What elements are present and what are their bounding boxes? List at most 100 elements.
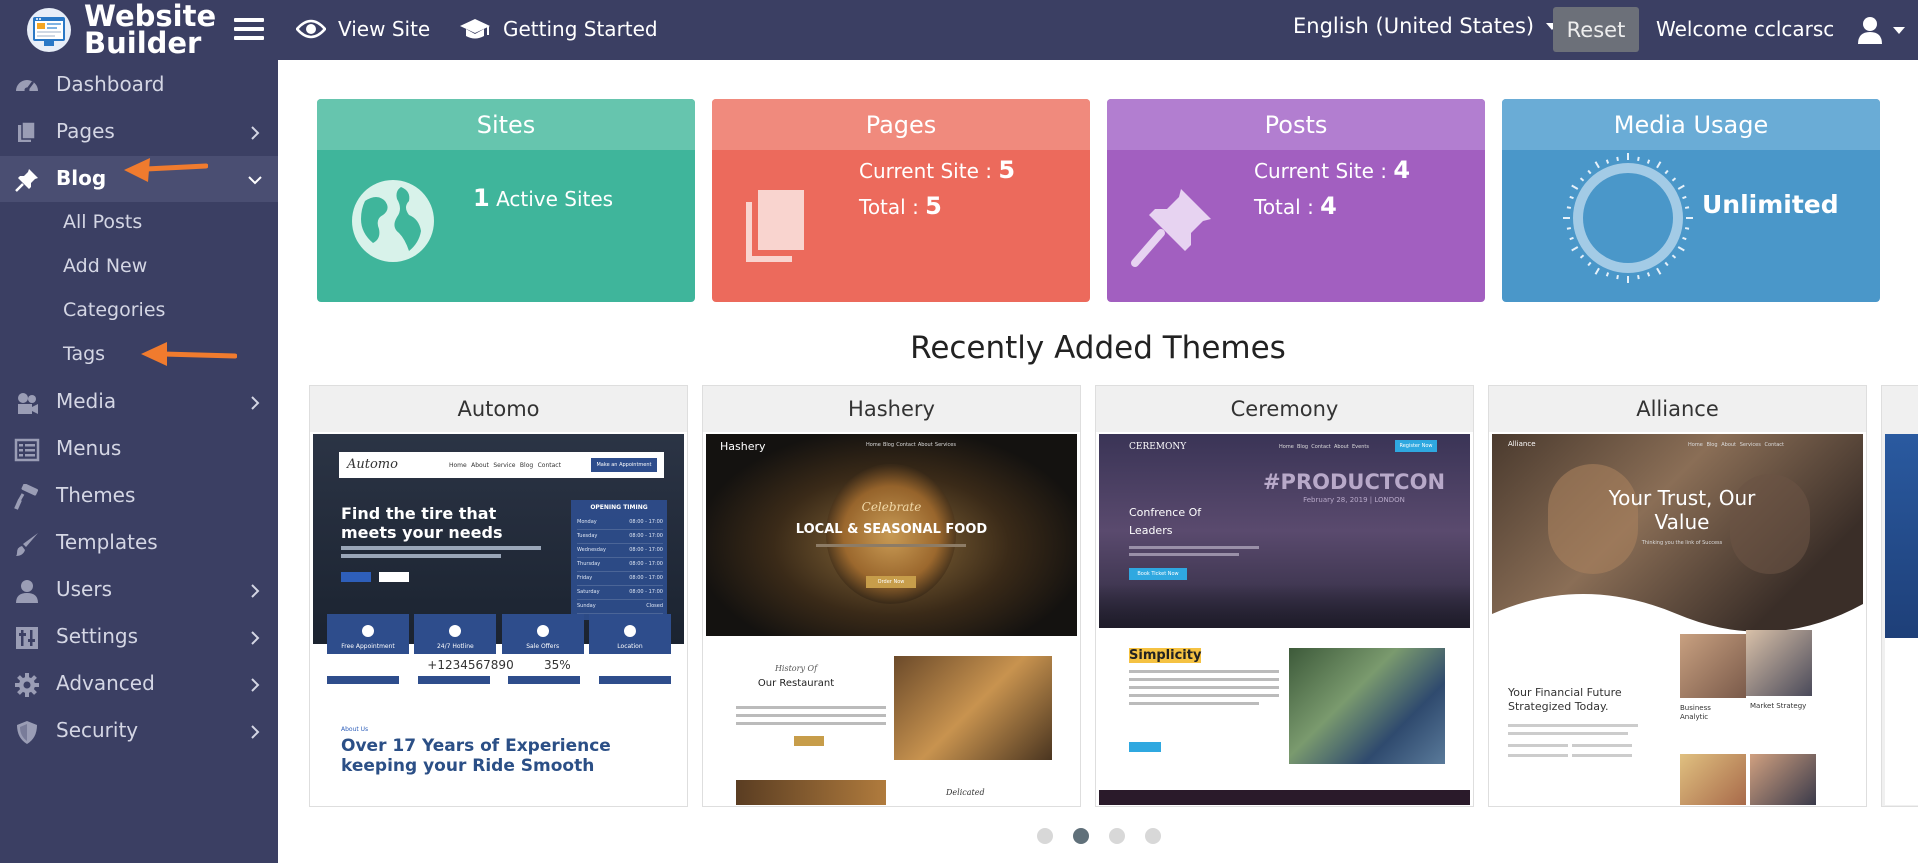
preview-hours-row: Friday 08:00 - 17:00 [577, 572, 663, 586]
pushpin-icon [15, 169, 38, 192]
caret-down-icon [1893, 26, 1905, 34]
paintbrush-icon [16, 533, 38, 556]
chevron-right-icon [251, 396, 260, 410]
preview-heading: Simplicity [1129, 648, 1202, 663]
sidebar-item-templates[interactable]: Templates [0, 520, 278, 566]
chevron-right-icon [251, 631, 260, 645]
menu-toggle-button[interactable] [234, 18, 264, 44]
getting-started-link[interactable]: Getting Started [459, 12, 658, 46]
sidebar-item-label: Templates [56, 530, 158, 554]
reset-button[interactable]: Reset [1553, 7, 1639, 52]
sidebar: Dashboard Pages Blog All Posts Add New C… [0, 60, 278, 863]
sidebar-item-security[interactable]: Security [0, 708, 278, 754]
sidebar-subitem-all-posts[interactable]: All Posts [63, 211, 142, 233]
language-select[interactable]: English (United States) [1293, 14, 1559, 38]
posts-total-value: 4 [1320, 192, 1337, 220]
media-usage-card[interactable]: Media Usage Unlimited [1502, 99, 1880, 302]
preview-hours-row: Tuesday 08:00 - 17:00 [577, 530, 663, 544]
pages-icon [18, 121, 36, 142]
graduation-cap-icon [460, 19, 490, 39]
media-usage-card-title: Media Usage [1502, 99, 1880, 150]
sidebar-item-settings[interactable]: Settings [0, 614, 278, 660]
sidebar-subitem-add-new[interactable]: Add New [63, 255, 147, 277]
theme-card-alliance[interactable]: Alliance Alliance Home Blog About Services C… [1488, 385, 1867, 807]
dashboard-gauge-icon [16, 80, 38, 93]
theme-card-hashery[interactable]: Hashery Hashery Home Blog Contact About Serv… [702, 385, 1081, 807]
sidebar-item-label: Dashboard [56, 72, 165, 96]
gear-icon [15, 673, 39, 697]
preview-hours-row: Monday 08:00 - 17:00 [577, 516, 663, 530]
preview-hours-row: Thursday 08:00 - 17:00 [577, 558, 663, 572]
chevron-right-icon [251, 678, 260, 692]
theme-card-automo[interactable]: Automo Automo Home About Service Blog Contac… [309, 385, 688, 807]
annotation-arrow-icon [141, 342, 237, 366]
preview-headline: Your Trust, Our Value [1608, 486, 1756, 534]
chevron-right-icon [251, 725, 260, 739]
theme-card-next-partial[interactable] [1881, 385, 1918, 807]
posts-card-title: Posts [1107, 99, 1485, 150]
language-value: English (United States) [1293, 14, 1535, 38]
pages-card[interactable]: Pages Current Site : 5 Total : 5 [712, 99, 1090, 302]
carousel-dot[interactable] [1145, 828, 1161, 844]
sites-card[interactable]: Sites 1 Active Sites [317, 99, 695, 302]
posts-current-value: 4 [1393, 156, 1411, 184]
settings-sliders-icon [16, 627, 38, 649]
posts-total: Total : 4 [1254, 192, 1337, 220]
preview-heading: Your Financial Future Strategized Today. [1508, 686, 1622, 713]
active-sites-label: Active Sites [496, 187, 614, 211]
list-icon [14, 438, 40, 462]
sidebar-item-label: Settings [56, 624, 139, 648]
website-builder-logo-icon [27, 8, 71, 52]
sidebar-item-label: Menus [56, 436, 122, 460]
app-title-line2: Builder [84, 26, 202, 60]
posts-card[interactable]: Posts Current Site : 4 Total : 4 [1107, 99, 1485, 302]
posts-current-label: Current Site : [1254, 159, 1387, 183]
posts-current: Current Site : 4 [1254, 156, 1410, 184]
media-icon [18, 393, 38, 414]
sidebar-subitem-tags[interactable]: Tags [63, 343, 105, 365]
top-bar: Website Builder View Site Getting Starte… [0, 0, 1918, 60]
preview-feature: Sale Offers [501, 614, 584, 654]
sidebar-item-advanced[interactable]: Advanced [0, 661, 278, 707]
preview-hours-row: Saturday 08:00 - 17:00 [577, 586, 663, 600]
media-usage-value: Unlimited [1702, 190, 1839, 219]
sidebar-item-label: Advanced [56, 671, 155, 695]
eye-icon [296, 19, 326, 39]
carousel-dot[interactable] [1037, 828, 1053, 844]
sidebar-subitem-categories[interactable]: Categories [63, 299, 165, 321]
shield-icon [17, 721, 37, 744]
pages-card-title: Pages [712, 99, 1090, 150]
pages-current: Current Site : 5 [859, 156, 1015, 184]
annotation-arrow-icon [124, 158, 208, 182]
view-site-link[interactable]: View Site [296, 12, 430, 46]
sidebar-item-label: Pages [56, 119, 115, 143]
preview-feature: 24/7 Hotline [414, 614, 497, 654]
user-menu[interactable] [1857, 16, 1905, 44]
theme-preview-ceremony: CEREMONY Home Blog Contact About Events Regi… [1099, 434, 1470, 805]
chevron-right-icon [251, 126, 260, 140]
theme-name: Alliance [1489, 386, 1866, 432]
sidebar-item-label: Users [56, 577, 113, 601]
sites-card-title: Sites [317, 99, 695, 150]
sidebar-item-media[interactable]: Media [0, 379, 278, 425]
posts-total-label: Total : [1254, 195, 1314, 219]
pages-current-value: 5 [998, 156, 1016, 184]
user-icon [1858, 17, 1882, 44]
theme-card-ceremony[interactable]: Ceremony CEREMONY Home Blog Contact About Ev… [1095, 385, 1474, 807]
recent-themes-heading: Recently Added Themes [910, 330, 1286, 366]
sidebar-item-themes[interactable]: Themes [0, 473, 278, 519]
sidebar-item-dashboard[interactable]: Dashboard [0, 62, 278, 108]
sidebar-item-pages[interactable]: Pages [0, 109, 278, 155]
sidebar-item-menus[interactable]: Menus [0, 426, 278, 472]
carousel-dot[interactable] [1073, 828, 1089, 844]
preview-headline: Find the tire that meets your needs [341, 504, 503, 542]
pages-total-value: 5 [925, 192, 942, 220]
pages-current-label: Current Site : [859, 159, 992, 183]
carousel-dot[interactable] [1109, 828, 1125, 844]
sidebar-item-label: Security [56, 718, 139, 742]
theme-preview-automo: Automo Home About Service Blog Contact Make … [313, 434, 684, 805]
preview-heading: Over 17 Years of Experience keeping your… [341, 736, 611, 776]
sidebar-item-users[interactable]: Users [0, 567, 278, 613]
theme-name: Automo [310, 386, 687, 432]
preview-brand: Automo [347, 457, 398, 472]
